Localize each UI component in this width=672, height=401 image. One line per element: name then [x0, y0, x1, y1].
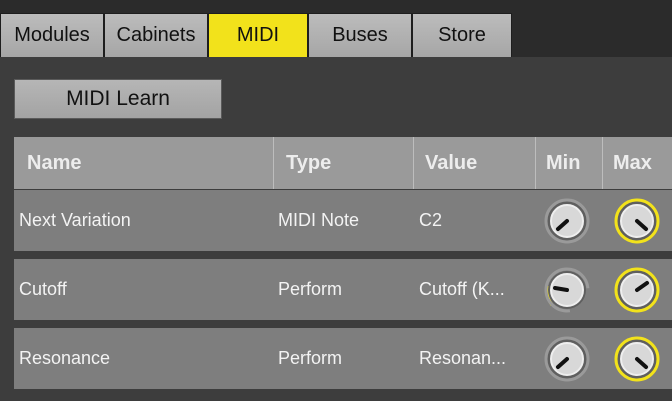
tab-modules[interactable]: Modules: [0, 13, 104, 57]
row-name: Resonance: [19, 348, 111, 368]
row-value: Resonan...: [419, 348, 507, 368]
min-knob[interactable]: [544, 336, 590, 382]
table-header: Name Type Value Min Max: [14, 137, 672, 189]
max-knob[interactable]: [614, 336, 660, 382]
min-knob[interactable]: [544, 198, 590, 244]
max-knob[interactable]: [614, 267, 660, 313]
midi-learn-button[interactable]: MIDI Learn: [14, 79, 222, 119]
column-header-max[interactable]: Max: [602, 137, 672, 189]
row-value: C2: [419, 210, 443, 230]
min-knob[interactable]: [544, 267, 590, 313]
tab-store[interactable]: Store: [412, 13, 512, 57]
row-name: Next Variation: [19, 210, 131, 230]
midi-panel: MIDI Learn Name Type Value Min Max Next …: [0, 57, 672, 401]
column-header-type[interactable]: Type: [273, 137, 413, 189]
table-row[interactable]: Cutoff Perform Cutoff (K...: [14, 259, 672, 320]
column-header-value[interactable]: Value: [413, 137, 535, 189]
row-type: MIDI Note: [278, 210, 360, 230]
tab-midi[interactable]: MIDI: [208, 13, 308, 57]
tab-cabinets[interactable]: Cabinets: [104, 13, 208, 57]
column-header-min[interactable]: Min: [535, 137, 602, 189]
column-header-name[interactable]: Name: [14, 137, 273, 189]
tab-buses[interactable]: Buses: [308, 13, 412, 57]
row-type: Perform: [278, 348, 343, 368]
row-name: Cutoff: [19, 279, 67, 299]
table-row[interactable]: Next Variation MIDI Note C2: [14, 190, 672, 251]
row-value: Cutoff (K...: [419, 279, 505, 299]
row-type: Perform: [278, 279, 343, 299]
tab-bar: Modules Cabinets MIDI Buses Store: [0, 0, 672, 57]
max-knob[interactable]: [614, 198, 660, 244]
table-row[interactable]: Resonance Perform Resonan...: [14, 328, 672, 389]
